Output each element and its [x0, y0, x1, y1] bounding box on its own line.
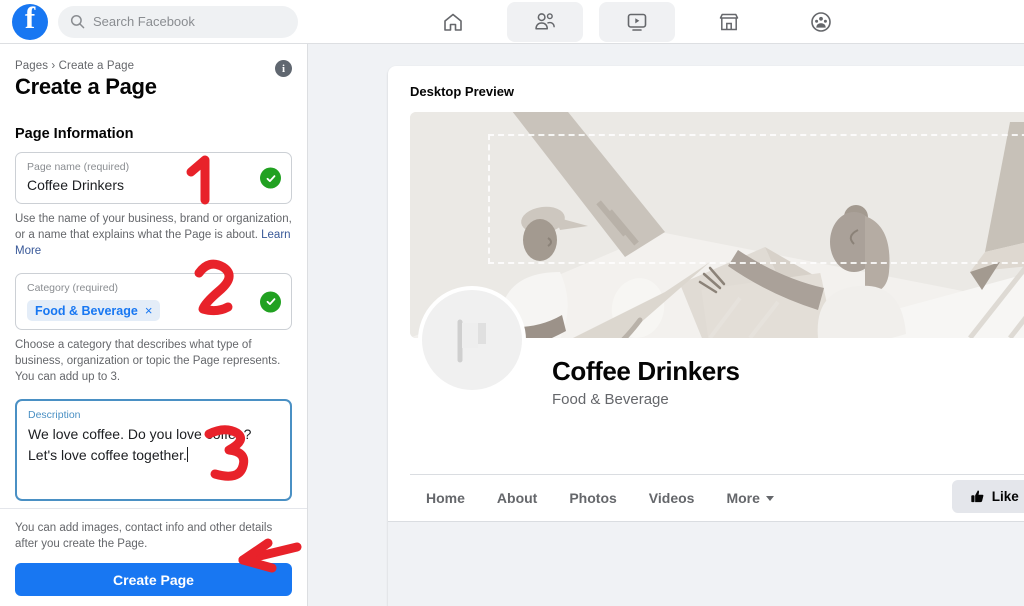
- search-icon: [70, 14, 85, 29]
- category-chip-label: Food & Beverage: [35, 303, 138, 318]
- category-helper: Choose a category that describes what ty…: [15, 339, 281, 383]
- text-caret: [186, 447, 188, 462]
- preview-tab-videos-label: Videos: [648, 490, 695, 506]
- breadcrumb[interactable]: Pages › Create a Page: [15, 60, 292, 72]
- form-scroll-area: Pages › Create a Page Create a Page i Pa…: [0, 44, 307, 540]
- preview-tab-home[interactable]: Home: [410, 490, 481, 506]
- description-value: We love coffee. Do you love coffee? Let'…: [28, 426, 252, 463]
- groups-icon: [811, 12, 831, 32]
- like-button[interactable]: Like: [951, 480, 1024, 513]
- preview-tabs: Home About Photos Videos More: [410, 475, 1024, 521]
- checkmark-icon: [266, 174, 275, 182]
- home-icon: [444, 13, 462, 31]
- page-name-label: Page name (required): [27, 161, 130, 173]
- cover-crop-frame: [488, 134, 1024, 264]
- section-title: Page Information: [15, 126, 134, 142]
- desktop-preview-label: Desktop Preview: [410, 84, 515, 99]
- checkmark-icon: [266, 298, 275, 305]
- nav-friends[interactable]: [507, 2, 583, 42]
- page-name-field[interactable]: Page name (required): [15, 152, 292, 204]
- form-footer: You can add images, contact info and oth…: [0, 508, 307, 606]
- search-box[interactable]: [58, 5, 298, 38]
- desktop-preview-card: Desktop Preview Coffee Drinkers Food & B…: [388, 66, 1024, 606]
- preview-page-name: Coffee Drinkers: [552, 356, 740, 386]
- category-chip[interactable]: Food & Beverage ×: [27, 300, 161, 321]
- video-icon: [627, 13, 647, 31]
- preview-tab-photos[interactable]: Photos: [553, 490, 632, 506]
- like-button-label: Like: [991, 489, 1019, 504]
- profile-header-row: Coffee Drinkers Food & Beverage: [410, 286, 1024, 466]
- preview-bottom-strip: [388, 521, 1024, 606]
- preview-area: Desktop Preview Coffee Drinkers Food & B…: [308, 44, 1024, 606]
- preview-tab-more[interactable]: More: [710, 490, 789, 506]
- category-valid-badge: [260, 291, 281, 312]
- flag-placeholder-icon: [457, 319, 486, 363]
- page-name-helper: Use the name of your business, brand or …: [15, 211, 292, 259]
- info-icon[interactable]: i: [275, 60, 292, 77]
- preview-page-category: Food & Beverage: [552, 391, 669, 408]
- nav-groups[interactable]: [783, 2, 859, 42]
- preview-tab-videos[interactable]: Videos: [633, 490, 711, 506]
- page-name-helper-text: Use the name of your business, brand or …: [15, 213, 292, 241]
- footer-note: You can add images, contact info and oth…: [15, 522, 273, 550]
- create-page-form-panel: Pages › Create a Page Create a Page i Pa…: [0, 44, 308, 606]
- chevron-down-icon: [765, 495, 774, 501]
- preview-tab-home-label: Home: [426, 490, 465, 506]
- preview-tab-about-label: About: [496, 490, 538, 506]
- category-field[interactable]: Category (required) Food & Beverage ×: [15, 273, 292, 330]
- page-name-valid-badge: [260, 167, 281, 189]
- description-field[interactable]: Description We love coffee. Do you love …: [15, 399, 292, 501]
- create-page-button[interactable]: Create Page: [15, 563, 292, 596]
- nav-marketplace[interactable]: [691, 2, 767, 42]
- nav-home[interactable]: [415, 2, 491, 42]
- search-input[interactable]: [93, 14, 283, 29]
- page-name-input[interactable]: [27, 175, 280, 195]
- category-label: Category (required): [27, 282, 119, 294]
- avatar[interactable]: [418, 286, 526, 394]
- category-chip-remove-icon[interactable]: ×: [145, 303, 153, 318]
- facebook-top-bar: [0, 0, 1024, 44]
- description-label: Description: [28, 409, 81, 421]
- description-input[interactable]: We love coffee. Do you love coffee? Let'…: [28, 424, 279, 466]
- store-icon: [719, 13, 739, 31]
- primary-nav: [415, 2, 859, 42]
- preview-tab-about[interactable]: About: [481, 490, 553, 506]
- page-title: Create a Page: [15, 74, 157, 99]
- preview-tab-photos-label: Photos: [569, 490, 617, 506]
- nav-watch[interactable]: [599, 2, 675, 42]
- thumbs-up-icon: [971, 490, 984, 503]
- facebook-logo[interactable]: [12, 0, 48, 40]
- friends-icon: [534, 13, 555, 30]
- preview-tab-more-label: More: [726, 490, 760, 506]
- preview-action-buttons: Like M: [951, 480, 1024, 513]
